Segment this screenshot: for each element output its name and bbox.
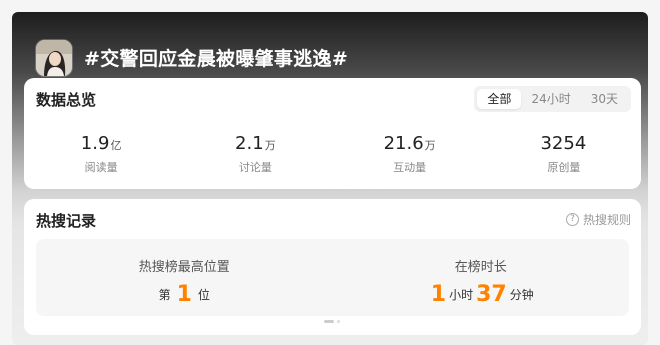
highest-prefix: 第 (158, 288, 171, 302)
highest-position-col: 热搜榜最高位置 第1位 (36, 239, 333, 316)
tab-24h[interactable]: 24小时 (521, 89, 580, 109)
carousel-indicator[interactable] (324, 320, 340, 323)
help-icon: ? (565, 213, 579, 226)
history-summary-box: 热搜榜最高位置 第1位 在榜时长 1 小时 37 分钟 (36, 239, 629, 316)
stat-originals-value: 3254 (540, 133, 587, 154)
stat-interactions-value: 21.6 (383, 133, 424, 154)
carousel-dot (337, 320, 340, 323)
duration-col: 在榜时长 1 小时 37 分钟 (333, 239, 630, 316)
duration-hours-unit: 小时 (449, 288, 474, 302)
stats-row: 1.9亿 阅读量 2.1万 讨论量 21.6万 互动量 3254 原创量 (24, 133, 641, 175)
topic-avatar[interactable] (36, 40, 72, 76)
hot-search-rules-link[interactable]: ? 热搜规则 (565, 211, 631, 228)
duration-value: 1 小时 37 分钟 (333, 283, 630, 307)
stat-reads-label: 阅读量 (84, 161, 118, 174)
stat-originals: 3254 原创量 (487, 133, 641, 175)
stat-reads-unit: 亿 (110, 139, 122, 152)
hot-search-history-card: 热搜记录 ? 热搜规则 热搜榜最高位置 第1位 在榜时长 1 小时 37 分钟 (24, 199, 641, 335)
page-frame: #交警回应金晨被曝肇事逃逸# 数据总览 全部 24小时 30天 1.9亿 阅读量… (0, 0, 660, 345)
stat-discussions: 2.1万 讨论量 (178, 133, 332, 175)
highest-position-label: 热搜榜最高位置 (138, 260, 230, 275)
stat-discussions-value: 2.1 (235, 133, 264, 154)
history-title: 热搜记录 (36, 212, 97, 230)
duration-minutes: 37 (476, 282, 507, 307)
stat-reads: 1.9亿 阅读量 (24, 133, 178, 175)
avatar-image (36, 40, 72, 76)
stat-discussions-label: 讨论量 (238, 161, 272, 174)
duration-label: 在榜时长 (454, 260, 507, 275)
data-overview-card: 数据总览 全部 24小时 30天 1.9亿 阅读量 2.1万 讨论量 21.6万 (24, 78, 641, 189)
carousel-dot-active (324, 320, 334, 323)
time-range-tabs: 全部 24小时 30天 (474, 86, 631, 112)
highest-position-value: 第1位 (36, 283, 333, 307)
highest-rank: 1 (176, 282, 192, 307)
stat-interactions: 21.6万 互动量 (333, 133, 487, 175)
topic-title: #交警回应金晨被曝肇事逃逸# (84, 48, 349, 70)
stat-originals-label: 原创量 (547, 161, 581, 174)
tab-all[interactable]: 全部 (477, 89, 522, 109)
stat-interactions-unit: 万 (424, 139, 436, 152)
duration-hours: 1 (430, 282, 447, 307)
stat-discussions-unit: 万 (264, 139, 276, 152)
stat-interactions-label: 互动量 (393, 161, 427, 174)
hot-search-rules-label: 热搜规则 (582, 213, 631, 227)
duration-minutes-unit: 分钟 (509, 288, 534, 302)
tab-30d[interactable]: 30天 (581, 89, 628, 109)
highest-suffix: 位 (197, 288, 210, 302)
overview-title: 数据总览 (36, 91, 97, 109)
stat-reads-value: 1.9 (80, 133, 110, 154)
